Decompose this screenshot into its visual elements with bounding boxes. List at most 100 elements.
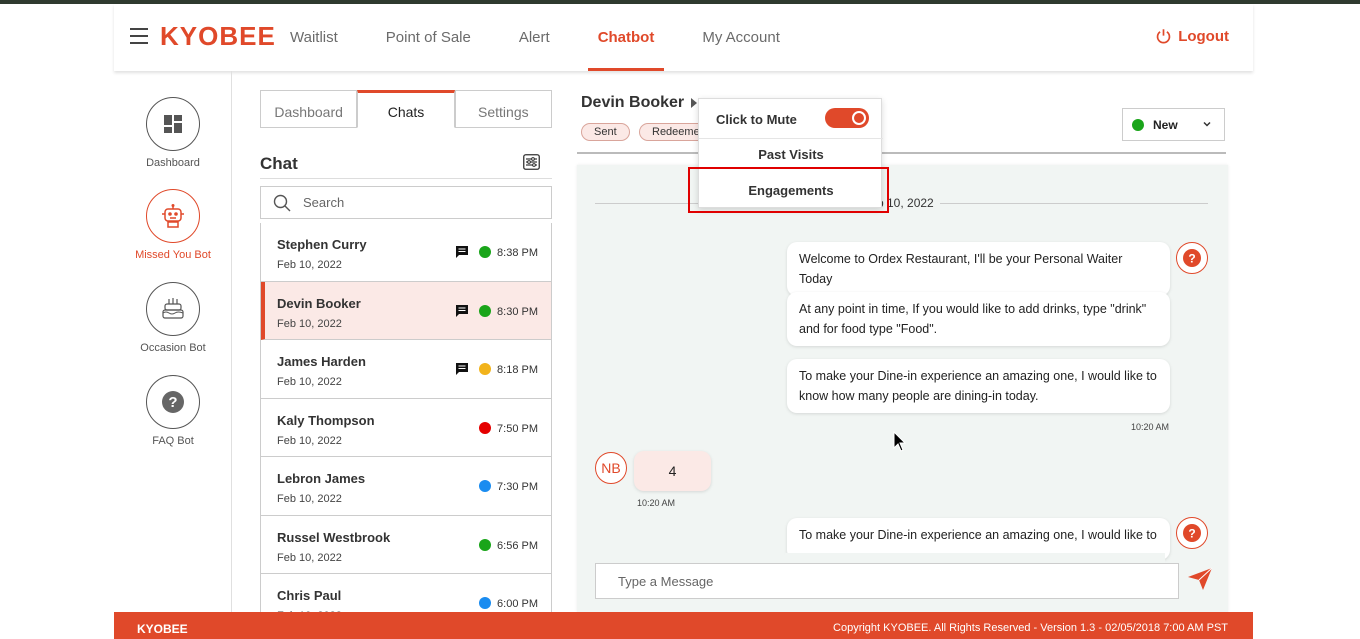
nav-chatbot[interactable]: Chatbot [587,4,664,71]
selection-highlight [688,167,889,213]
user-message: 4 [634,451,711,491]
status-dot [479,597,491,609]
nav-alert[interactable]: Alert [519,4,550,71]
chat-row-date: Feb 10, 2022 [277,259,342,271]
chat-row-time: 7:30 PM [497,481,538,493]
chat-row-name: Lebron James [277,471,366,486]
chat-row[interactable]: Devin Booker Feb 10, 2022 8:30 PM [261,281,551,340]
cake-icon [146,282,200,336]
hamburger-menu-icon[interactable] [130,28,148,44]
footer: KYOBEE Copyright KYOBEE. All Rights Rese… [114,612,1253,639]
chat-row-name: James Harden [277,354,366,369]
search-icon [273,194,291,211]
sidebar-label: Dashboard [146,157,200,169]
header: KYOBEE Waitlist Point of Sale Alert Chat… [114,4,1253,71]
status-select[interactable]: New [1122,108,1225,141]
sidebar-label: FAQ Bot [152,435,194,447]
sidebar-label: Missed You Bot [135,249,211,261]
status-dot [479,538,491,551]
chat-row-name: Russel Westbrook [277,529,391,545]
chat-row-time: 7:50 PM [497,422,538,435]
chat-row[interactable]: Lebron James Feb 10, 2022 7:30 PM [261,457,551,516]
past-visits-option[interactable]: Past Visits [699,147,883,162]
main-nav: Waitlist Point of Sale Alert Chatbot My … [290,4,828,71]
status-dot [479,363,491,375]
chat-title: Chat [260,154,298,173]
toggle-knob [852,111,866,125]
chat-row-time: 8:18 PM [497,364,538,376]
mute-toggle[interactable] [825,108,869,128]
chat-row[interactable]: Stephen Curry Feb 10, 2022 8:38 PM [261,223,551,282]
chat-row-date: Feb 10, 2022 [277,493,342,505]
caret-right-icon[interactable] [691,98,697,108]
chat-row[interactable]: James Harden Feb 10, 2022 8:18 PM [261,340,551,399]
chat-row-time: 6:00 PM [497,598,538,610]
sidebar-item-missed-you-bot[interactable]: Missed You Bot [114,189,232,261]
chat-row-name: Stephen Curry [277,237,367,252]
search-input[interactable] [303,195,523,210]
svg-text:?: ? [168,394,177,411]
robot-icon [146,189,200,243]
power-icon [1156,29,1171,44]
chat-row-name: Chris Paul [277,588,342,603]
message-input[interactable] [595,563,1179,599]
sidebar-item-faq-bot[interactable]: ? FAQ Bot [114,375,232,447]
nav-waitlist[interactable]: Waitlist [290,4,338,71]
conversation-panel: Devin Booker Sent Redeemed New Feb 10, 2… [577,90,1228,612]
message-icon [456,304,468,317]
logout-label: Logout [1178,28,1229,45]
bot-question-icon: ? [1176,517,1208,549]
chat-row-time: 8:38 PM [497,247,538,259]
nav-my-account[interactable]: My Account [702,4,780,71]
user-message-time: 10:20 AM [637,498,676,508]
message-icon [456,246,468,258]
bot-message: At any point in time, If you would like … [787,292,1170,346]
chat-title-divider [260,178,552,179]
chat-row[interactable]: Chris PaulFeb 10, 20226:00 PM [261,574,551,612]
sidebar-item-occasion-bot[interactable]: Occasion Bot [114,282,232,354]
mute-label: Click to Mute [716,112,797,127]
question-icon: ? [146,375,200,429]
conversation-contact-name[interactable]: Devin Booker [581,94,684,112]
bot-message-time: 10:20 AM [1131,422,1170,432]
logout-button[interactable]: Logout [1155,28,1229,45]
chat-row-date: Feb 10, 2022 [277,434,342,447]
chat-row[interactable]: Russel Westbrook Feb 10, 2022 6:56 PM [261,516,551,574]
message-icon [456,363,468,375]
nav-point-of-sale[interactable]: Point of Sale [386,4,471,71]
filter-icon[interactable] [523,154,540,175]
status-dot [1132,118,1144,131]
mute-row: Click to Mute [699,99,883,139]
chat-row-time: 6:56 PM [497,539,538,552]
tag-sent: Sent [581,123,630,141]
chat-row-date: Feb 10, 2022 [277,376,342,388]
status-dot [479,421,491,434]
scroll-clip [785,553,1165,563]
send-icon[interactable] [1187,567,1213,596]
status-dot [479,480,491,492]
chat-tabs: Dashboard Chats Settings [260,90,552,128]
svg-text:?: ? [1188,527,1195,541]
chat-row-name: Kaly Thompson [277,412,375,428]
sidebar-label: Occasion Bot [140,342,206,354]
footer-brand: KYOBEE [137,622,188,636]
status-dot [479,246,491,258]
chat-list: Stephen Curry Feb 10, 2022 8:38 PM Devin Bo… [260,223,552,612]
bot-message: Welcome to Ordex Restaurant, I'll be you… [787,242,1170,296]
mouse-cursor-icon [893,430,907,458]
svg-text:?: ? [1188,252,1195,266]
status-value: New [1153,117,1178,132]
tab-settings[interactable]: Settings [454,90,552,127]
logo: KYOBEE [160,21,276,51]
message-area[interactable]: Feb 10, 2022 Welcome to Ordex Restaurant… [577,165,1228,612]
chat-row-date: Feb 10, 2022 [277,317,342,330]
status-dot [479,304,491,317]
conversation-header-divider [577,152,1226,154]
chat-list-panel: Dashboard Chats Settings Chat Stephen Cu… [260,90,552,612]
dashboard-icon [146,97,200,151]
sidebar-item-dashboard[interactable]: Dashboard [114,97,232,169]
tab-chats[interactable]: Chats [357,90,455,128]
chat-row[interactable]: Kaly Thompson Feb 10, 2022 7:50 PM [261,399,551,457]
tab-dashboard[interactable]: Dashboard [260,90,358,127]
search-box [260,186,552,219]
